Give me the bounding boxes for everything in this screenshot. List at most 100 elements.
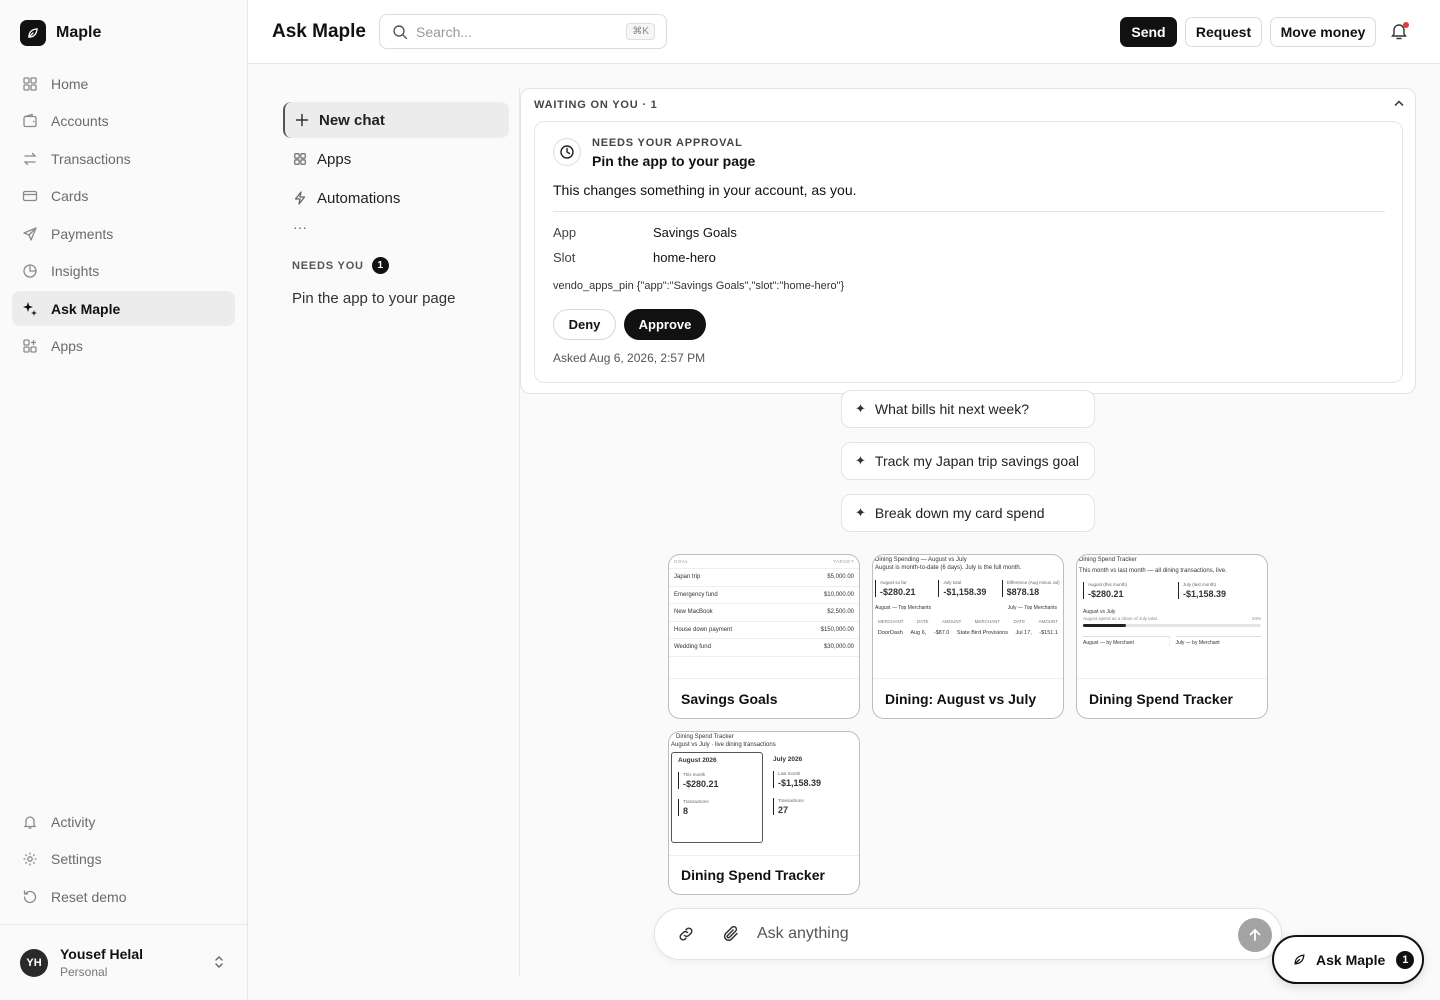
stat-value: $878.18 bbox=[1006, 587, 1040, 597]
needs-you-item[interactable]: Pin the app to your page bbox=[283, 290, 509, 307]
transaction-date: Aug 6, bbox=[910, 630, 927, 636]
app-card-label: Dining Spend Tracker bbox=[1089, 691, 1233, 707]
suggestion-label: What bills hit next week? bbox=[874, 401, 1029, 417]
column-header: TARGET bbox=[833, 559, 854, 564]
table-header: GOAL TARGET bbox=[669, 555, 859, 569]
move-money-button[interactable]: Move money bbox=[1270, 17, 1376, 47]
table-row: House down payment $150,000.00 bbox=[669, 622, 859, 639]
user-account-type: Personal bbox=[60, 965, 108, 979]
wallet-icon bbox=[23, 113, 37, 128]
new-chat-button[interactable]: New chat bbox=[283, 102, 509, 138]
goal-name: Japan trip bbox=[674, 574, 701, 581]
sidebar-item-accounts[interactable]: Accounts bbox=[12, 104, 235, 139]
section-heading: August — by Merchant bbox=[1083, 636, 1170, 646]
suggestion-chip[interactable]: ✦ Track my Japan trip savings goal bbox=[841, 442, 1095, 480]
sidebar-item-ask-maple[interactable]: Ask Maple bbox=[12, 291, 235, 326]
sidebar-item-apps[interactable]: Apps bbox=[12, 329, 235, 364]
sidebar-item-label: Settings bbox=[51, 851, 102, 867]
waiting-on-you-panel: WAITING ON YOU · 1 NEEDS YOUR APPROVAL P… bbox=[520, 88, 1416, 394]
preview-subtitle: August is month-to-date (6 days). July i… bbox=[875, 565, 1022, 571]
user-menu[interactable]: YH Yousef Helal Personal bbox=[0, 924, 247, 1000]
sidebar-item-reset-demo[interactable]: Reset demo bbox=[12, 879, 235, 914]
request-button[interactable]: Request bbox=[1185, 17, 1262, 47]
ask-maple-fab[interactable]: Ask Maple 1 bbox=[1272, 935, 1424, 984]
app-preview: Dining Spending — August vs July August … bbox=[873, 555, 1063, 679]
stat-label: Difference (Aug minus Jul) bbox=[1006, 580, 1060, 585]
stat-row: August (this month) -$280.21 July (last m… bbox=[1077, 574, 1267, 599]
table-row: Emergency fund $10,000.00 bbox=[669, 587, 859, 604]
maple-logo-icon bbox=[20, 20, 46, 46]
app-card-dining-spend-tracker[interactable]: Dining Spend Tracker This month vs last … bbox=[1076, 554, 1268, 719]
sidebar-item-label: Apps bbox=[51, 338, 83, 354]
approval-app-key: App bbox=[553, 225, 577, 240]
search-input[interactable]: Search... ⌘K bbox=[379, 14, 667, 49]
deny-button[interactable]: Deny bbox=[553, 309, 616, 340]
app-card-dining-spend-tracker-2[interactable]: Dining Spend Tracker August vs July · li… bbox=[668, 731, 860, 895]
chevron-up-icon[interactable] bbox=[1393, 97, 1405, 109]
suggestion-label: Track my Japan trip savings goal bbox=[874, 453, 1080, 469]
app-card-dining-aug-vs-july[interactable]: Dining Spending — August vs July August … bbox=[872, 554, 1064, 719]
stat-label: July (last month) bbox=[1183, 582, 1217, 587]
table-header: MERCHANT DATE AMOUNT MERCHANT DATE AMOUN… bbox=[873, 611, 1063, 624]
table-row: New MacBook $2,500.00 bbox=[669, 604, 859, 622]
chat-apps-link[interactable]: Apps bbox=[283, 141, 509, 177]
link-icon[interactable] bbox=[677, 925, 695, 943]
sidebar-item-transactions[interactable]: Transactions bbox=[12, 141, 235, 176]
stat-value: 8 bbox=[683, 806, 689, 816]
comparison-bar-block: August vs July August spend as a share o… bbox=[1077, 599, 1267, 627]
suggestion-chip[interactable]: ✦ Break down my card spend bbox=[841, 494, 1095, 532]
chat-composer: Ask anything bbox=[654, 908, 1282, 960]
month-panel-august: August 2026 This month -$280.21 Transacti… bbox=[671, 752, 763, 843]
pie-icon bbox=[23, 264, 37, 278]
sidebar-item-activity[interactable]: Activity bbox=[12, 804, 235, 839]
goal-name: New MacBook bbox=[674, 609, 713, 616]
sidebar-item-cards[interactable]: Cards bbox=[12, 179, 235, 214]
sidebar-item-label: Reset demo bbox=[51, 888, 127, 905]
goal-target: $10,000.00 bbox=[823, 591, 854, 598]
sidebar-item-payments[interactable]: Payments bbox=[12, 216, 235, 251]
stat: Last month -$1,158.39 bbox=[773, 771, 855, 788]
goal-name: Emergency fund bbox=[674, 591, 718, 598]
more-button[interactable]: ··· bbox=[283, 219, 509, 243]
sidebar-item-home[interactable]: Home bbox=[12, 66, 235, 101]
stat-label: August (this month) bbox=[1088, 582, 1128, 587]
stat: July total -$1,158.39 bbox=[938, 580, 997, 597]
table-row: Japan trip $5,000.00 bbox=[669, 569, 859, 587]
app-card-savings-goals[interactable]: GOAL TARGET Japan trip $5,000.00 Emergenc… bbox=[668, 554, 860, 719]
approval-card: NEEDS YOUR APPROVAL Pin the app to your … bbox=[534, 121, 1403, 383]
sidebar-item-insights[interactable]: Insights bbox=[12, 254, 235, 289]
stat: Difference (Aug minus Jul) $878.18 bbox=[1001, 580, 1061, 597]
approval-tool-call: vendo_apps_pin {"app":"Savings Goals","s… bbox=[553, 280, 845, 292]
brand[interactable]: Maple bbox=[20, 20, 101, 46]
user-name: Yousef Helal bbox=[60, 946, 143, 962]
bar-title: August vs July bbox=[1083, 609, 1116, 615]
bar-percentage: 24% bbox=[1251, 616, 1261, 621]
chat-input[interactable]: Ask anything bbox=[757, 925, 849, 943]
preview-subtitle: August vs July · live dining transaction… bbox=[671, 742, 776, 748]
approve-button[interactable]: Approve bbox=[624, 309, 706, 340]
sidebar-item-settings[interactable]: Settings bbox=[12, 842, 235, 877]
reset-icon bbox=[23, 889, 37, 903]
automations-link[interactable]: Automations bbox=[283, 180, 509, 216]
arrows-icon bbox=[23, 152, 37, 165]
sidebar-item-label: Ask Maple bbox=[51, 300, 121, 317]
send-button[interactable]: Send bbox=[1120, 17, 1177, 47]
app-card-label: Dining: August vs July bbox=[885, 691, 1037, 707]
grid-icon bbox=[23, 76, 37, 91]
stat: Transactions 27 bbox=[773, 798, 855, 815]
notifications-button[interactable] bbox=[1391, 22, 1409, 40]
sparkle-icon: ✦ bbox=[855, 401, 866, 416]
merchant-sections: August — by Merchant July — by Merchant bbox=[1077, 627, 1267, 646]
suggestion-chip[interactable]: ✦ What bills hit next week? bbox=[841, 390, 1095, 428]
paperclip-icon[interactable] bbox=[722, 925, 740, 943]
column-header: DATE bbox=[916, 619, 929, 624]
gear-icon bbox=[23, 852, 37, 866]
stat-value: -$280.21 bbox=[880, 587, 916, 597]
approval-app-row: App Savings Goals bbox=[553, 225, 737, 240]
goal-target: $150,000.00 bbox=[820, 626, 854, 633]
transaction-amount: -$151.1 bbox=[1039, 630, 1058, 636]
stat-value: 27 bbox=[778, 805, 789, 815]
goal-name: Wedding fund bbox=[674, 644, 711, 651]
stat: August so far -$280.21 bbox=[875, 580, 934, 597]
send-message-button[interactable] bbox=[1238, 918, 1272, 952]
